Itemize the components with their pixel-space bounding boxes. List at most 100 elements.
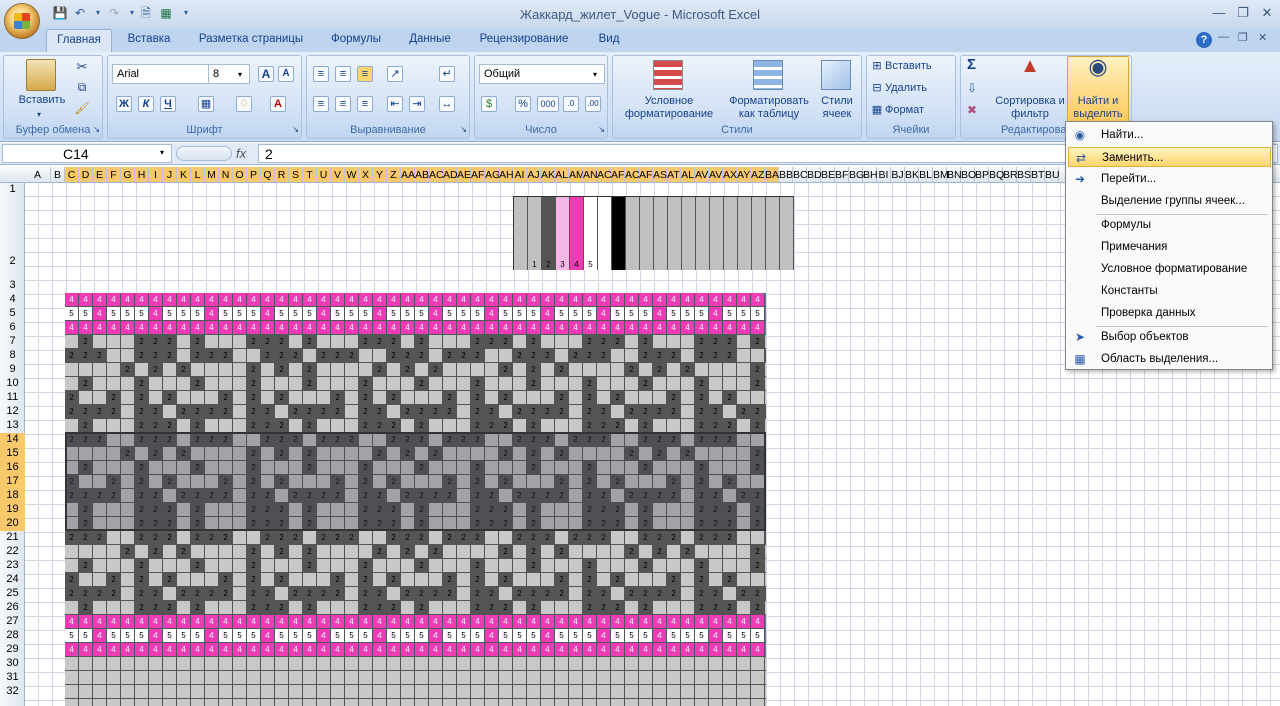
pattern-cell[interactable]: 2 bbox=[415, 559, 429, 573]
pattern-cell[interactable]: 4 bbox=[471, 643, 485, 657]
pattern-cell[interactable]: 4 bbox=[569, 643, 583, 657]
pattern-cell[interactable]: 2 bbox=[583, 601, 597, 615]
pattern-cell[interactable] bbox=[681, 391, 695, 405]
pattern-cell[interactable] bbox=[401, 419, 415, 433]
pattern-cell[interactable] bbox=[555, 433, 569, 447]
pattern-cell[interactable]: 2 bbox=[317, 531, 331, 545]
pattern-cell[interactable]: 2 bbox=[765, 489, 766, 503]
pattern-cell[interactable]: 4 bbox=[765, 293, 766, 307]
pattern-cell[interactable]: 4 bbox=[653, 307, 667, 321]
pattern-cell[interactable] bbox=[681, 419, 695, 433]
font-color-icon[interactable]: A bbox=[270, 96, 286, 112]
pattern-cell[interactable]: 2 bbox=[219, 405, 233, 419]
pattern-cell[interactable]: 2 bbox=[695, 587, 709, 601]
menu-item[interactable]: Формулы bbox=[1068, 215, 1271, 235]
row-header[interactable]: 23 bbox=[0, 559, 25, 573]
pattern-cell[interactable]: 4 bbox=[149, 615, 163, 629]
pattern-cell[interactable] bbox=[107, 461, 121, 475]
pattern-cell[interactable] bbox=[499, 489, 513, 503]
pattern-cell[interactable] bbox=[583, 363, 597, 377]
pattern-cell[interactable]: 4 bbox=[583, 643, 597, 657]
row-header[interactable]: 17 bbox=[0, 475, 25, 489]
column-header[interactable]: BR bbox=[1003, 167, 1018, 182]
pattern-cell[interactable]: 2 bbox=[65, 405, 79, 419]
pattern-cell[interactable] bbox=[695, 545, 709, 559]
pattern-cell[interactable]: 5 bbox=[275, 629, 289, 643]
pattern-cell[interactable] bbox=[93, 685, 107, 699]
pattern-cell[interactable]: 2 bbox=[527, 489, 541, 503]
pattern-cell[interactable] bbox=[121, 377, 135, 391]
decrease-decimal-icon[interactable]: .00 bbox=[585, 96, 601, 112]
pattern-cell[interactable]: 2 bbox=[695, 377, 709, 391]
pattern-cell[interactable]: 5 bbox=[345, 307, 359, 321]
pattern-cell[interactable]: 2 bbox=[583, 517, 597, 531]
pattern-cell[interactable]: 2 bbox=[471, 335, 485, 349]
pattern-cell[interactable] bbox=[723, 699, 737, 706]
pattern-cell[interactable] bbox=[387, 699, 401, 706]
conditional-formatting-button[interactable]: Условное форматирование bbox=[615, 95, 723, 121]
pattern-cell[interactable] bbox=[345, 363, 359, 377]
pattern-cell[interactable]: 2 bbox=[653, 447, 667, 461]
pattern-cell[interactable] bbox=[359, 447, 373, 461]
pattern-cell[interactable]: 2 bbox=[275, 349, 289, 363]
column-header[interactable]: AB bbox=[415, 167, 429, 182]
pattern-cell[interactable] bbox=[541, 475, 555, 489]
pattern-cell[interactable] bbox=[219, 685, 233, 699]
pattern-cell[interactable]: 4 bbox=[695, 615, 709, 629]
tab-formulas[interactable]: Формулы bbox=[324, 33, 388, 49]
pattern-cell[interactable]: 2 bbox=[387, 531, 401, 545]
pattern-cell[interactable]: 2 bbox=[275, 335, 289, 349]
pattern-cell[interactable]: 2 bbox=[135, 335, 149, 349]
pattern-cell[interactable] bbox=[765, 377, 766, 391]
pattern-cell[interactable]: 2 bbox=[135, 405, 149, 419]
row-header[interactable]: 14 bbox=[0, 433, 25, 447]
pattern-cell[interactable] bbox=[667, 699, 681, 706]
pattern-cell[interactable]: 4 bbox=[667, 643, 681, 657]
pattern-cell[interactable]: 2 bbox=[149, 489, 163, 503]
pattern-cell[interactable]: 2 bbox=[709, 405, 723, 419]
pattern-cell[interactable]: 2 bbox=[177, 405, 191, 419]
pattern-cell[interactable]: 2 bbox=[149, 447, 163, 461]
pattern-cell[interactable] bbox=[709, 475, 723, 489]
pattern-cell[interactable]: 2 bbox=[79, 419, 93, 433]
pattern-cell[interactable] bbox=[541, 363, 555, 377]
pattern-cell[interactable]: 4 bbox=[415, 643, 429, 657]
pattern-cell[interactable] bbox=[79, 391, 93, 405]
pattern-cell[interactable] bbox=[107, 601, 121, 615]
pattern-cell[interactable]: 2 bbox=[751, 419, 765, 433]
pattern-cell[interactable]: 4 bbox=[261, 615, 275, 629]
pattern-cell[interactable] bbox=[93, 671, 107, 685]
pattern-cell[interactable]: 2 bbox=[709, 349, 723, 363]
pattern-cell[interactable]: 2 bbox=[275, 433, 289, 447]
tab-home[interactable]: Главная bbox=[46, 29, 112, 53]
palette-swatch[interactable] bbox=[612, 197, 626, 270]
pattern-cell[interactable] bbox=[191, 671, 205, 685]
pattern-cell[interactable] bbox=[107, 671, 121, 685]
pattern-cell[interactable]: 4 bbox=[457, 643, 471, 657]
pattern-cell[interactable]: 2 bbox=[261, 433, 275, 447]
pattern-cell[interactable] bbox=[737, 559, 751, 573]
column-header[interactable]: AS bbox=[653, 167, 667, 182]
pattern-cell[interactable] bbox=[359, 657, 373, 671]
pattern-cell[interactable]: 4 bbox=[373, 615, 387, 629]
palette-swatch[interactable] bbox=[514, 197, 528, 270]
pattern-cell[interactable] bbox=[625, 559, 639, 573]
pattern-cell[interactable] bbox=[205, 671, 219, 685]
pattern-cell[interactable] bbox=[121, 587, 135, 601]
pattern-cell[interactable] bbox=[597, 699, 611, 706]
pattern-cell[interactable] bbox=[681, 531, 695, 545]
pattern-cell[interactable]: 2 bbox=[331, 405, 345, 419]
column-header[interactable]: AJ bbox=[527, 167, 541, 182]
pattern-cell[interactable] bbox=[205, 475, 219, 489]
pattern-cell[interactable] bbox=[653, 377, 667, 391]
pattern-cell[interactable]: 2 bbox=[317, 349, 331, 363]
pattern-cell[interactable]: 2 bbox=[205, 587, 219, 601]
pattern-cell[interactable] bbox=[65, 447, 79, 461]
pattern-cell[interactable] bbox=[331, 419, 345, 433]
row-header[interactable]: 25 bbox=[0, 587, 25, 601]
pattern-cell[interactable]: 2 bbox=[569, 531, 583, 545]
column-header[interactable]: BS bbox=[1017, 167, 1031, 182]
pattern-cell[interactable]: 2 bbox=[527, 335, 541, 349]
align-middle-icon[interactable]: ≡ bbox=[335, 66, 351, 82]
pattern-cell[interactable] bbox=[611, 671, 625, 685]
